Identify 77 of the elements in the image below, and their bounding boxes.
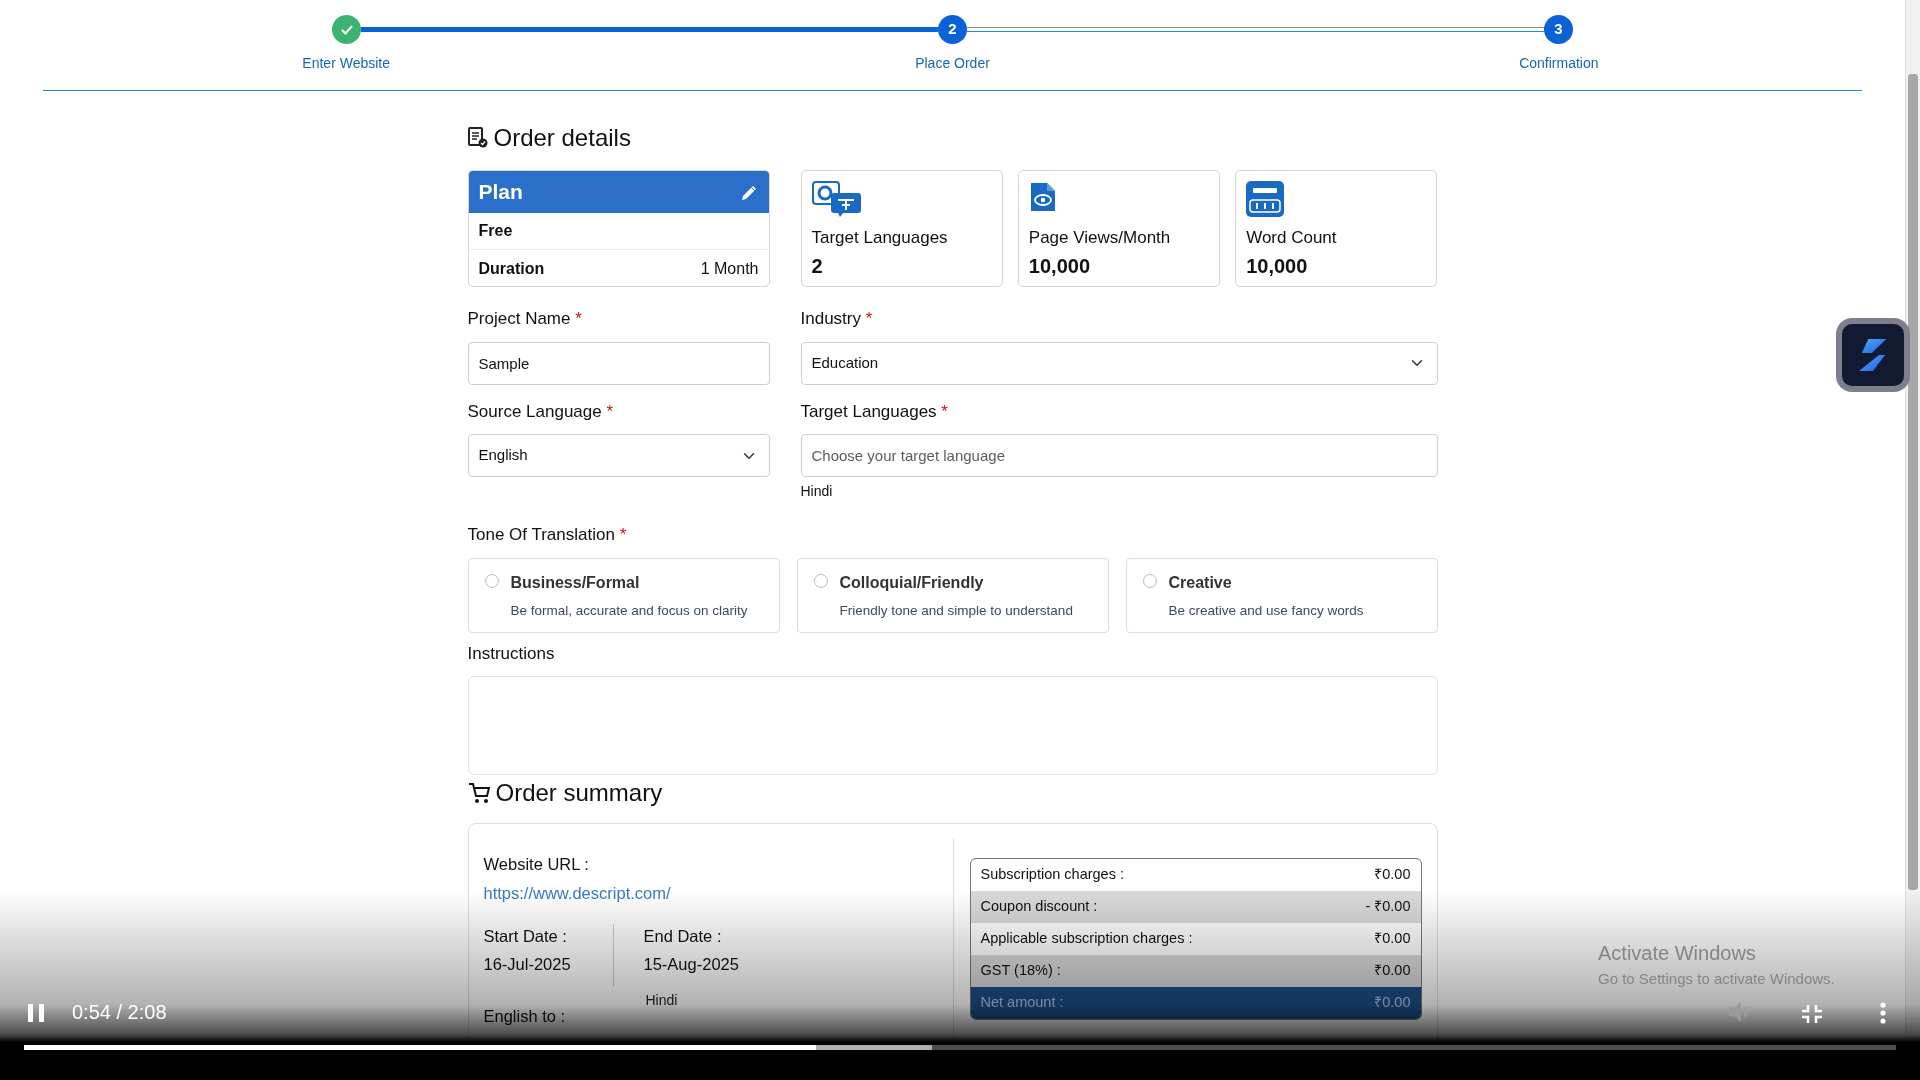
step-label: Confirmation [1519, 54, 1599, 73]
exit-fullscreen-icon [1801, 1003, 1823, 1024]
required-mark: * [941, 401, 948, 421]
field-label: Project Name [467, 309, 571, 328]
required-mark: * [575, 309, 582, 328]
tone-option[interactable]: Business/Formal Be formal, accurate and focus on clarity [467, 557, 780, 633]
field-label: Target Languages [800, 401, 937, 421]
source-language-select[interactable]: English [467, 434, 770, 477]
section-title: Order details [493, 123, 631, 153]
option-title: Creative [1168, 572, 1233, 593]
date-value: 15-Aug-2025 [643, 954, 739, 976]
section-title: Order summary [495, 778, 663, 808]
activation-subtitle: Go to Settings to activate Windows. [1598, 969, 1835, 989]
required-mark: * [865, 309, 873, 328]
charge-label: Subscription charges : [980, 865, 1124, 885]
field-label: Tone Of Translation [467, 525, 615, 544]
date-value: 16-Jul-2025 [483, 954, 572, 976]
check-icon [340, 24, 353, 35]
option-description: Friendly tone and simple to understand [839, 601, 1073, 620]
field-label: Source Language [467, 401, 602, 421]
cart-icon [467, 782, 490, 804]
time-display: 0:54 / 2:08 [72, 1000, 167, 1025]
charge-label: Coupon discount : [980, 897, 1098, 917]
url-label: Website URL : [483, 854, 590, 875]
duration-label: Duration [478, 258, 545, 279]
pair-value: Hindi [645, 990, 678, 1010]
step-label: Enter Website [302, 54, 390, 73]
plan-title: Plan [478, 179, 523, 206]
stat-value: 2 [811, 253, 824, 279]
activation-title: Activate Windows [1598, 941, 1757, 966]
field-label: Industry [800, 309, 861, 328]
pair-label: English to : [483, 1005, 567, 1027]
charge-label: Applicable subscription charges : [980, 929, 1193, 949]
stat-label: Target Languages [811, 227, 949, 249]
charge-value: ₹0.00 [1374, 993, 1411, 1013]
stat-label: Page Views/Month [1028, 227, 1172, 249]
step-circle: 2 [938, 15, 967, 44]
progress-track[interactable] [24, 1045, 1896, 1050]
charge-label: GST (18%) : [980, 961, 1061, 981]
option-title: Colloquial/Friendly [839, 572, 985, 593]
project-name-field[interactable]: Sample [467, 341, 770, 385]
industry-select[interactable]: Education [800, 341, 1438, 385]
target-languages-field[interactable]: Choose your target language [800, 434, 1438, 477]
website-link[interactable]: https://www.descript.com/ [483, 880, 671, 906]
pause-icon [26, 1002, 46, 1023]
charge-value: ₹0.00 [1374, 961, 1411, 981]
date-label: Start Date : [483, 925, 568, 947]
charge-value: ₹0.00 [1374, 929, 1411, 949]
step-label: Place Order [915, 54, 990, 73]
charge-value: - ₹0.00 [1365, 897, 1411, 917]
document-check-icon [467, 127, 488, 149]
plan-name: Free [478, 221, 513, 241]
more-icon [1880, 1001, 1886, 1024]
option-title: Business/Formal [510, 572, 641, 593]
exit-fullscreen-button[interactable] [1801, 1004, 1823, 1021]
eye-document-icon [1028, 181, 1057, 213]
required-mark: * [606, 401, 614, 421]
required-mark: * [619, 525, 627, 544]
option-description: Be formal, accurate and focus on clarity [510, 601, 748, 620]
field-label: Instructions [467, 642, 556, 665]
translate-icon [811, 181, 864, 217]
chosen-language: Hindi [800, 482, 834, 501]
date-label: End Date : [643, 925, 723, 947]
stat-value: 10,000 [1028, 253, 1091, 279]
duration-value: 1 Month [700, 258, 759, 279]
tone-option[interactable]: Colloquial/Friendly Friendly tone and simple to understand [796, 557, 1109, 633]
tone-option[interactable]: Creative Be creative and use fancy words [1125, 557, 1438, 633]
stat-label: Word Count [1246, 227, 1338, 249]
option-description: Be creative and use fancy words [1168, 601, 1364, 620]
charge-value: ₹0.00 [1374, 865, 1411, 885]
step-circle: 3 [1544, 15, 1573, 44]
instructions-field[interactable] [467, 676, 1438, 775]
counter-icon [1246, 181, 1285, 217]
app-launcher-button[interactable] [1836, 318, 1910, 392]
scrollbar-thumb[interactable] [1908, 74, 1918, 890]
stat-value: 10,000 [1246, 253, 1309, 279]
charge-label: Net amount : [980, 993, 1064, 1013]
